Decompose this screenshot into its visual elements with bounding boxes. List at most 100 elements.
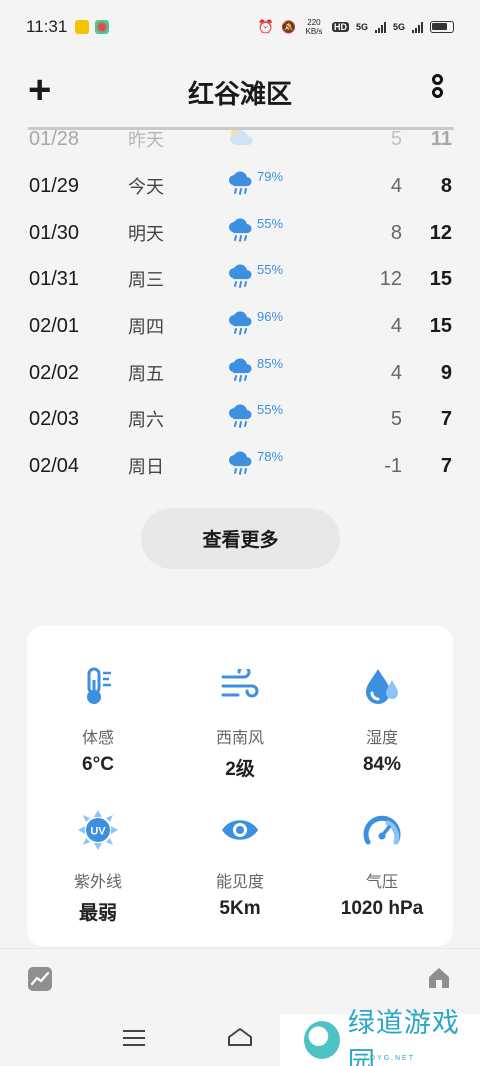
precip-chance: 55%: [257, 402, 284, 417]
forecast-day: 周四: [128, 317, 164, 337]
temp-low: 4: [390, 314, 402, 337]
forecast-row[interactable]: 02/02 周五 85% 4 9: [0, 350, 480, 396]
pressure-cell: 气压 1020 hPa: [311, 808, 453, 920]
battery-icon: [430, 21, 454, 33]
watermark-logo: [304, 1021, 340, 1059]
detail-value: 2级: [225, 759, 255, 780]
forecast-date: 02/04: [29, 454, 80, 477]
uv-sun-icon: UV: [27, 808, 169, 852]
forecast-list[interactable]: 01/28 昨天 5 11 01/29 今天 79% 4 8 01/30 明天 55% 8 12 01/31…: [0, 116, 480, 501]
detail-label: 紫外线: [73, 874, 122, 891]
alarm-icon: ⏰: [257, 19, 275, 34]
net-speed: 220 KB/s: [305, 18, 323, 36]
system-home-icon[interactable]: [226, 1026, 254, 1053]
detail-value: 1020 hPa: [340, 898, 424, 919]
rain-cloud-icon: [226, 262, 254, 296]
view-more-button[interactable]: 查看更多: [141, 508, 340, 569]
eye-icon: [169, 808, 311, 852]
humidity-cell: 湿度 84%: [311, 664, 453, 776]
forecast-day: 周六: [128, 410, 164, 430]
net1-label: 5G: [355, 22, 368, 32]
wind-icon: [169, 664, 311, 708]
home-icon[interactable]: [426, 965, 452, 996]
temp-low: 5: [390, 127, 402, 150]
forecast-row[interactable]: 01/28 昨天 5 11: [0, 116, 480, 162]
uv-cell: UV 紫外线 最弱: [27, 808, 169, 925]
watermark: 绿道游戏园 LDYG.NET: [280, 1008, 480, 1066]
detail-label: 湿度: [365, 730, 398, 747]
forecast-date: 01/31: [29, 267, 80, 290]
wind-cell: 西南风 2级: [169, 664, 311, 781]
rain-cloud-icon: [226, 169, 254, 203]
app-header: + 红谷滩区: [0, 60, 480, 124]
forecast-date: 02/02: [29, 361, 80, 384]
hd-badge: HD: [331, 22, 349, 32]
detail-value: 84%: [362, 754, 402, 775]
forecast-row[interactable]: 02/03 周六 55% 5 7: [0, 396, 480, 442]
forecast-date: 01/30: [29, 221, 80, 244]
forecast-date: 01/28: [29, 127, 80, 150]
temp-low: -1: [384, 454, 402, 477]
vertical-dots-icon[interactable]: [430, 74, 444, 108]
bottom-nav: [0, 948, 480, 1008]
meituan-app-icon: [75, 20, 90, 34]
forecast-row[interactable]: 01/30 明天 55% 8 12: [0, 210, 480, 256]
thermometer-icon: [27, 664, 169, 708]
temp-low: 12: [379, 267, 402, 290]
visibility-cell: 能见度 5Km: [169, 808, 311, 920]
precip-chance: 55%: [257, 216, 284, 231]
temp-high: 7: [440, 407, 452, 430]
watermark-subtext: LDYG.NET: [364, 1055, 416, 1062]
forecast-row[interactable]: 02/04 周日 78% -1 7: [0, 443, 480, 489]
temp-low: 8: [390, 221, 402, 244]
forecast-day: 周日: [128, 457, 164, 477]
detail-label: 气压: [365, 874, 398, 891]
forecast-row[interactable]: 01/31 周三 55% 12 15: [0, 256, 480, 302]
forecast-date: 02/01: [29, 314, 80, 337]
forecast-day: 周五: [128, 364, 164, 384]
feels-like-cell: 体感 6°C: [27, 664, 169, 776]
precip-chance: 55%: [257, 262, 284, 277]
net2-label: 5G: [392, 22, 405, 32]
forecast-day: 周三: [128, 270, 164, 290]
temp-high: 12: [429, 221, 452, 244]
signal-icon: [374, 21, 386, 33]
status-time: 11:31: [26, 17, 68, 36]
header-divider: [28, 127, 454, 130]
precip-chance: 85%: [257, 356, 284, 371]
precip-chance: 96%: [257, 309, 284, 324]
trend-chart-icon[interactable]: [28, 967, 52, 991]
precip-chance: 78%: [257, 449, 284, 464]
detail-value: 5Km: [219, 898, 261, 919]
temp-low: 4: [390, 361, 402, 384]
weather-details-card: 体感 6°C 西南风 2级 湿度 84% UV 紫外线 最弱 能见度 5Km 气…: [27, 626, 453, 946]
forecast-date: 01/29: [29, 174, 80, 197]
forecast-row[interactable]: 02/01 周四 96% 4 15: [0, 303, 480, 349]
temp-high: 15: [429, 314, 452, 337]
rain-cloud-icon: [226, 449, 254, 483]
forecast-day: 今天: [128, 177, 164, 197]
plus-icon[interactable]: +: [28, 70, 51, 110]
temp-high: 15: [429, 267, 452, 290]
rain-cloud-icon: [226, 216, 254, 250]
app-notification-icon: [95, 20, 110, 34]
gauge-icon: [311, 808, 453, 852]
forecast-row[interactable]: 01/29 今天 79% 4 8: [0, 163, 480, 209]
detail-value: 最弱: [78, 903, 117, 924]
temp-high: 8: [440, 174, 452, 197]
page-title: 红谷滩区: [187, 78, 292, 109]
temp-low: 5: [390, 407, 402, 430]
forecast-date: 02/03: [29, 407, 80, 430]
menu-icon[interactable]: [123, 1030, 145, 1051]
temp-high: 9: [440, 361, 452, 384]
status-bar: 11:31 ⏰ 🔕 220 KB/s HD 5G 5G: [0, 0, 480, 54]
detail-label: 西南风: [215, 730, 264, 747]
humidity-drop-icon: [311, 664, 453, 708]
precip-chance: 79%: [257, 169, 284, 184]
rain-cloud-icon: [226, 402, 254, 436]
signal-icon: [412, 21, 423, 33]
svg-text:UV: UV: [90, 826, 106, 838]
rain-cloud-icon: [226, 309, 254, 343]
detail-label: 能见度: [215, 874, 264, 891]
mute-icon: 🔕: [281, 20, 296, 34]
